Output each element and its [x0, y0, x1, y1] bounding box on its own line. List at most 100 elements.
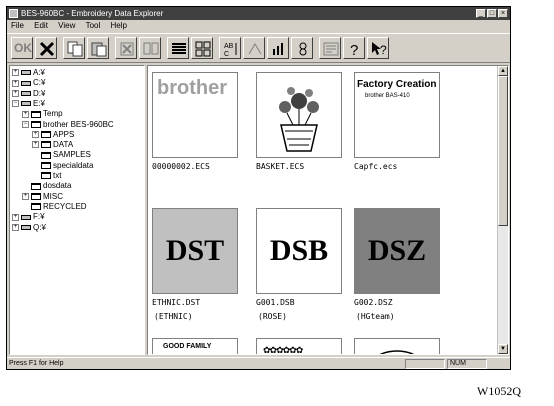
help-button[interactable]: ?: [343, 37, 365, 59]
drive-icon: [21, 101, 31, 107]
tree-item[interactable]: specialdata: [32, 161, 93, 171]
file-name: Capfc.ecs: [354, 162, 398, 171]
copy-icon: [67, 41, 83, 57]
vertical-scrollbar[interactable]: ▲ ▼: [497, 66, 508, 354]
folder-icon: [31, 192, 41, 200]
preferences-button[interactable]: [319, 37, 341, 59]
expand-icon[interactable]: +: [12, 213, 19, 221]
tree-item-label: MISC: [43, 191, 63, 201]
drive-icon: [21, 80, 31, 86]
move-button[interactable]: [139, 37, 161, 59]
good-family-logo: GOOD FAMILY: [163, 343, 212, 350]
scroll-thumb[interactable]: [498, 76, 508, 226]
expand-icon[interactable]: +: [22, 110, 29, 118]
context-help-icon: ?: [372, 42, 387, 57]
thumbnail-image[interactable]: brother: [152, 72, 238, 158]
tree-item[interactable]: + D:¥: [12, 89, 45, 99]
menu-view[interactable]: View: [54, 20, 79, 32]
tree-item[interactable]: + F:¥: [12, 212, 45, 222]
tree-item-label: specialdata: [53, 160, 94, 170]
sort-type-button[interactable]: [267, 37, 289, 59]
title-bar: BES-960BC - Embroidery Data Explorer _ □…: [7, 7, 510, 20]
menu-bar: File Edit View Tool Help: [7, 20, 510, 32]
tree-item[interactable]: + Temp: [22, 109, 63, 119]
folder-icon: [31, 182, 41, 190]
details-view-icon: [172, 43, 186, 54]
status-help-text: Press F1 for Help: [9, 360, 64, 367]
tree-item[interactable]: + A:¥: [12, 68, 45, 78]
tree-item[interactable]: + DATA: [32, 140, 73, 150]
sort-name-button[interactable]: AB C: [219, 37, 241, 59]
folder-icon: [31, 120, 41, 128]
tree-item-label: Q:¥: [33, 222, 46, 232]
tree-item[interactable]: RECYCLED: [22, 202, 87, 212]
expand-icon[interactable]: +: [32, 141, 39, 149]
expand-icon[interactable]: +: [12, 69, 19, 77]
tree-item[interactable]: − brother BES-960BC: [22, 120, 114, 130]
menu-tool[interactable]: Tool: [82, 20, 105, 32]
collapse-icon[interactable]: −: [12, 100, 19, 108]
tree-item[interactable]: + MISC: [22, 192, 63, 202]
tree-item-label: Temp: [43, 109, 63, 119]
sort-name-icon: ABC: [224, 43, 237, 58]
brother-logo: brother: [157, 77, 227, 99]
menu-help[interactable]: Help: [107, 20, 131, 32]
folder-tree[interactable]: + A:¥ + C:¥ + D:¥ − E:¥ + Temp − brother BES-960BC +…: [9, 65, 145, 355]
thumbnail-image[interactable]: DSB: [256, 208, 342, 294]
collapse-icon[interactable]: −: [22, 120, 29, 128]
expand-icon[interactable]: +: [12, 89, 19, 97]
tree-item[interactable]: txt: [32, 171, 61, 181]
delete-button[interactable]: [35, 37, 57, 59]
scroll-up-arrow[interactable]: ▲: [498, 66, 508, 76]
sort-size-button[interactable]: [243, 37, 265, 59]
paste-button[interactable]: [87, 37, 109, 59]
drive-icon: [21, 214, 31, 220]
expand-icon[interactable]: +: [12, 79, 19, 87]
tree-item-label: A:¥: [33, 68, 46, 77]
sort-date-icon: [299, 42, 307, 56]
folder-icon: [31, 110, 41, 118]
expand-icon[interactable]: +: [22, 192, 29, 200]
thumbnail-image[interactable]: GOOD FAMILY: [152, 338, 238, 354]
thumbnail-image[interactable]: ✿✿✿✿✿✿: [256, 338, 342, 354]
folder-icon: [41, 141, 51, 149]
tree-item[interactable]: dosdata: [22, 181, 71, 191]
tree-item[interactable]: + APPS: [32, 130, 74, 140]
thumbnail-image[interactable]: [256, 72, 342, 158]
expand-icon[interactable]: +: [32, 131, 39, 139]
tree-item[interactable]: − E:¥: [12, 99, 45, 109]
expand-icon[interactable]: +: [12, 223, 19, 231]
scroll-down-arrow[interactable]: ▼: [498, 344, 508, 354]
preferences-icon: [323, 42, 339, 56]
maximize-button[interactable]: □: [487, 9, 497, 18]
large-icons-view-button[interactable]: [191, 37, 213, 59]
tree-item[interactable]: SAMPLES: [32, 150, 91, 160]
status-bar: Press F1 for Help NUM: [7, 357, 510, 369]
thumbnail-image[interactable]: DSZ: [354, 208, 440, 294]
svg-text:AB: AB: [224, 43, 234, 50]
tree-item[interactable]: + C:¥: [12, 78, 45, 88]
context-help-button[interactable]: ?: [367, 37, 389, 59]
thumbnail-image[interactable]: Factory Creation brother BAS-410: [354, 72, 440, 158]
sort-type-icon: [273, 43, 283, 55]
svg-text:C: C: [224, 51, 229, 58]
tree-item-label: txt: [53, 171, 62, 180]
ok-button[interactable]: OK: [11, 37, 33, 59]
thumbnail-image[interactable]: DST: [152, 208, 238, 294]
details-view-button[interactable]: [167, 37, 189, 59]
thumbnail-image[interactable]: [354, 338, 440, 354]
close-button[interactable]: ×: [498, 9, 508, 18]
cut-button[interactable]: [115, 37, 137, 59]
minimize-button[interactable]: _: [476, 9, 486, 18]
menu-edit[interactable]: Edit: [30, 20, 52, 32]
format-label: DSB: [269, 234, 329, 267]
file-name: G002.DSZ: [354, 298, 393, 307]
ok-icon: OK: [14, 41, 32, 55]
tree-item[interactable]: + Q:¥: [12, 223, 46, 233]
file-thumbnail-view[interactable]: ▲ ▼ brother 00000002.ECS BASKET.ECS Factory…: [147, 65, 509, 355]
sort-date-button[interactable]: [291, 37, 313, 59]
menu-file[interactable]: File: [7, 20, 28, 32]
drive-icon: [21, 224, 31, 230]
file-name: ETHNIC.DST: [152, 298, 201, 307]
copy-button[interactable]: [63, 37, 85, 59]
